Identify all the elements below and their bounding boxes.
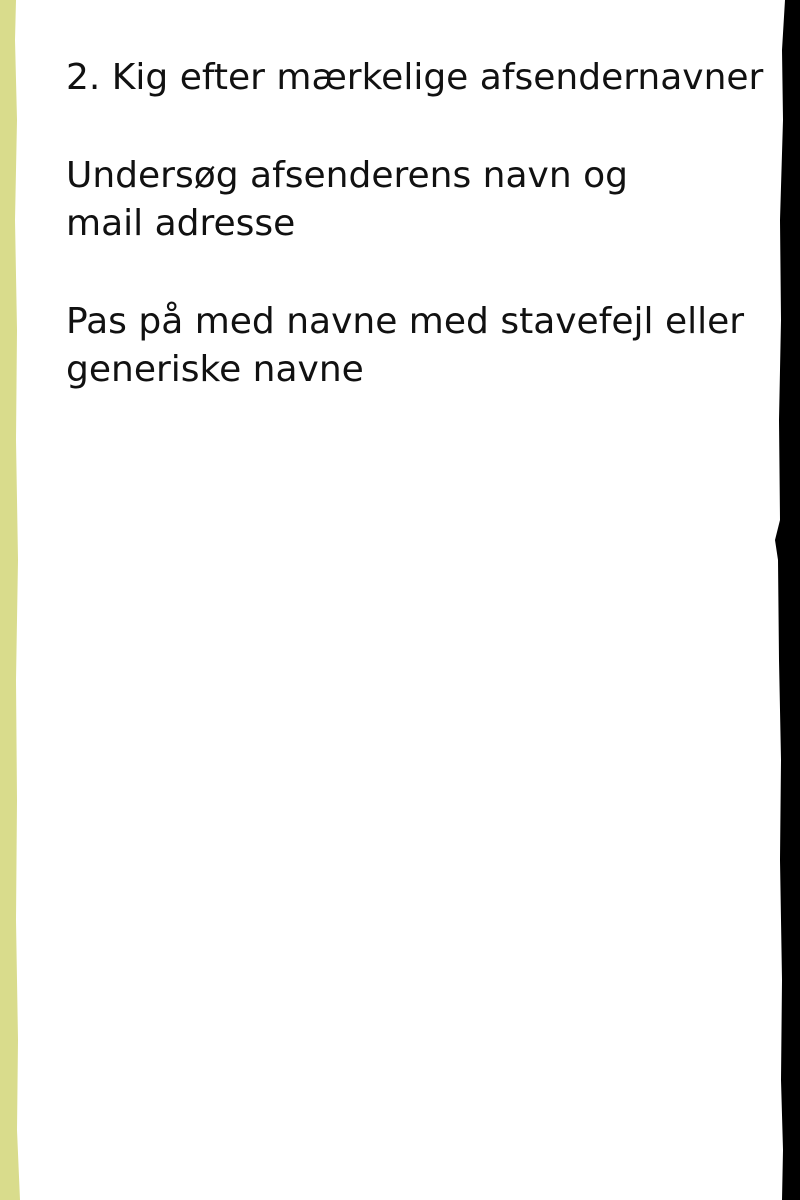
paragraph-2-line-1: Pas på med navne med stavefejl eller: [66, 301, 745, 342]
paragraph-1-line-1: Undersøg afsenderens navn og: [66, 155, 628, 196]
right-border-strip: [775, 0, 800, 1200]
paragraph-1-line-2: mail adresse: [66, 203, 296, 244]
paragraph-2-line-2: generiske navne: [66, 349, 364, 390]
page-frame: 2. Kig efter mærkelige afsendernavner Un…: [0, 0, 800, 1200]
slide-content: 2. Kig efter mærkelige afsendernavner Un…: [66, 54, 764, 394]
slide-heading: 2. Kig efter mærkelige afsendernavner: [66, 57, 764, 98]
left-border-strip: [0, 0, 20, 1200]
